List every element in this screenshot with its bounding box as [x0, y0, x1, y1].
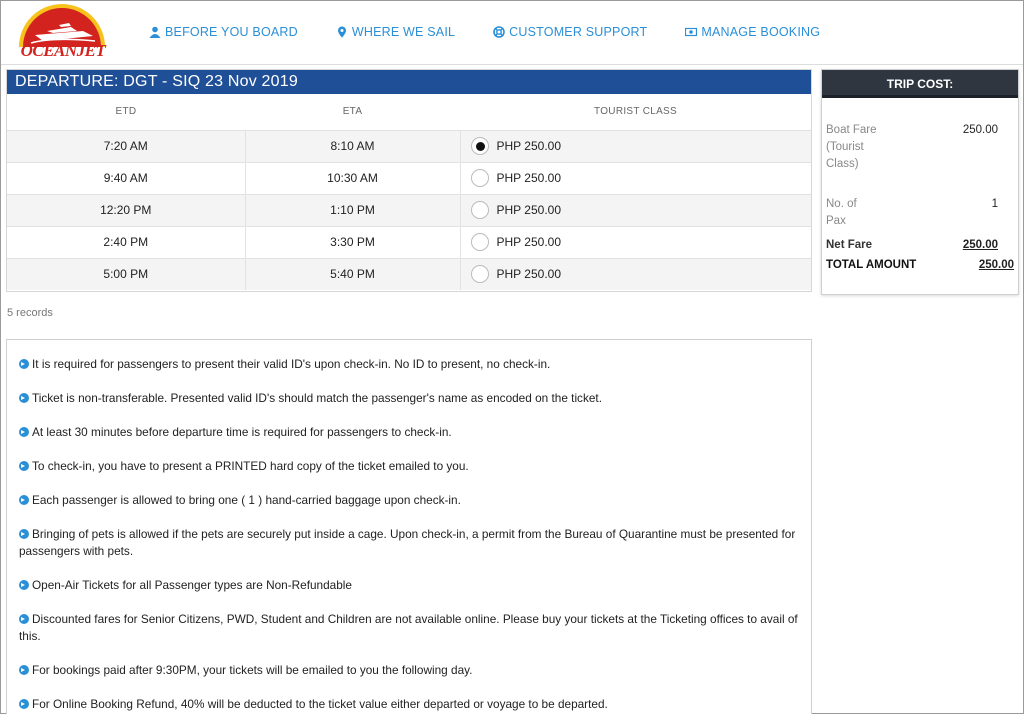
eta-cell: 1:10 PM [245, 193, 461, 226]
column-etd: ETD [115, 106, 137, 118]
trip-cost-panel: TRIP COST: Boat Fare (Tourist Class) 250… [821, 69, 1019, 295]
etd-cell: 2:40 PM [7, 225, 246, 258]
list-item: Open-Air Tickets for all Passenger types… [19, 577, 801, 594]
total-amount-row: TOTAL AMOUNT 250.00 [826, 257, 1014, 275]
arrow-circle-icon [19, 665, 29, 675]
main-nav: BEFORE YOU BOARD WHERE WE SAIL CUSTOMER … [149, 25, 858, 39]
nav-label: WHERE WE SAIL [351, 25, 456, 39]
nav-customer-support[interactable]: CUSTOMER SUPPORT [493, 25, 647, 39]
departure-title: DEPARTURE: DGT - SIQ 23 Nov 2019 [7, 70, 811, 94]
nav-label: MANAGE BOOKING [701, 25, 821, 39]
total-amount-label: TOTAL AMOUNT [826, 259, 917, 271]
table-header-row: ETD ETA TOURIST CLASS [7, 94, 811, 130]
lifebuoy-icon [493, 26, 505, 38]
fare-price: PHP 250.00 [496, 235, 562, 249]
user-icon [149, 26, 161, 38]
logo-text: OCEANJET [20, 41, 106, 60]
eta-cell: 5:40 PM [245, 257, 461, 290]
nav-manage-booking[interactable]: MANAGE BOOKING [685, 25, 820, 39]
table-row[interactable]: 9:40 AM 10:30 AM PHP 250.00 [7, 161, 811, 194]
eta-cell: 10:30 AM [245, 161, 461, 194]
table-row[interactable]: 12:20 PM 1:10 PM PHP 250.00 [7, 193, 811, 226]
booking-notes: It is required for passengers to present… [6, 339, 812, 714]
records-count: 5 records [7, 307, 53, 319]
nav-before-you-board[interactable]: BEFORE YOU BOARD [149, 25, 298, 39]
column-tourist-class: TOURIST CLASS [594, 106, 677, 118]
list-item: Bringing of pets is allowed if the pets … [19, 527, 796, 558]
arrow-circle-icon [19, 699, 29, 709]
site-header: OCEANJET BEFORE YOU BOARD WHERE WE SAIL … [1, 1, 1023, 65]
fare-radio-selected[interactable] [470, 137, 489, 155]
trip-cost-title: TRIP COST: [822, 70, 1018, 98]
boat-fare-row: Boat Fare (Tourist Class) 250.00 [826, 122, 998, 192]
eta-cell: 3:30 PM [245, 225, 461, 258]
fare-cell: PHP 250.00 [460, 257, 811, 290]
boat-fare-label: Boat Fare (Tourist Class) [826, 124, 877, 170]
net-fare-value: 250.00 [962, 239, 998, 251]
table-row[interactable]: 5:00 PM 5:40 PM PHP 250.00 [7, 257, 811, 290]
column-eta: ETA [342, 106, 363, 118]
fare-radio[interactable] [470, 169, 489, 187]
arrow-circle-icon [19, 614, 29, 624]
net-fare-label: Net Fare [826, 239, 873, 251]
arrow-circle-icon [19, 495, 29, 505]
fare-cell: PHP 250.00 [460, 193, 811, 226]
fare-cell: PHP 250.00 [460, 129, 811, 162]
list-item: Each passenger is allowed to bring one (… [19, 492, 801, 509]
arrow-circle-icon [19, 580, 29, 590]
table-row[interactable]: 2:40 PM 3:30 PM PHP 250.00 [7, 225, 811, 258]
list-item: At least 30 minutes before departure tim… [19, 424, 801, 441]
fare-price: PHP 250.00 [496, 171, 562, 185]
total-amount-value: 250.00 [978, 259, 1014, 271]
fare-price: PHP 250.00 [496, 139, 562, 153]
arrow-circle-icon [19, 359, 29, 369]
pax-value: 1 [991, 198, 998, 210]
list-item: Ticket is non-transferable. Presented va… [19, 390, 801, 407]
pax-row: No. of Pax 1 [826, 196, 998, 232]
schedule-table: ETD ETA TOURIST CLASS 7:20 AM 8:10 AM PH… [7, 94, 811, 290]
eta-cell: 8:10 AM [245, 129, 461, 162]
fare-radio[interactable] [470, 233, 489, 251]
departure-panel: DEPARTURE: DGT - SIQ 23 Nov 2019 ETD ETA… [6, 69, 812, 292]
arrow-circle-icon [19, 461, 29, 471]
nav-label: CUSTOMER SUPPORT [509, 25, 648, 39]
list-item: To check-in, you have to present a PRINT… [19, 458, 801, 475]
list-item: For Online Booking Refund, 40% will be d… [19, 696, 801, 713]
etd-cell: 9:40 AM [7, 161, 246, 194]
fare-cell: PHP 250.00 [460, 225, 811, 258]
fare-price: PHP 250.00 [496, 267, 562, 282]
fare-radio[interactable] [470, 201, 489, 219]
boat-fare-value: 250.00 [962, 124, 998, 136]
etd-cell: 5:00 PM [7, 257, 246, 290]
arrow-circle-icon [19, 529, 29, 539]
net-fare-row: Net Fare 250.00 [826, 237, 998, 255]
pax-label: No. of Pax [826, 198, 857, 227]
fare-price: PHP 250.00 [496, 203, 562, 217]
table-row[interactable]: 7:20 AM 8:10 AM PHP 250.00 [7, 129, 811, 162]
map-pin-icon [337, 26, 346, 38]
ticket-icon [685, 27, 698, 37]
list-item: Discounted fares for Senior Citizens, PW… [19, 612, 798, 643]
oceanjet-logo[interactable]: OCEANJET [13, 3, 111, 61]
list-item: For bookings paid after 9:30PM, your tic… [19, 662, 801, 679]
etd-cell: 7:20 AM [7, 129, 246, 162]
list-item: It is required for passengers to present… [19, 356, 801, 373]
arrow-circle-icon [19, 393, 29, 403]
nav-label: BEFORE YOU BOARD [165, 25, 298, 39]
nav-where-we-sail[interactable]: WHERE WE SAIL [336, 25, 455, 39]
arrow-circle-icon [19, 427, 29, 437]
fare-cell: PHP 250.00 [460, 161, 811, 194]
fare-radio[interactable] [470, 265, 489, 284]
etd-cell: 12:20 PM [7, 193, 246, 226]
